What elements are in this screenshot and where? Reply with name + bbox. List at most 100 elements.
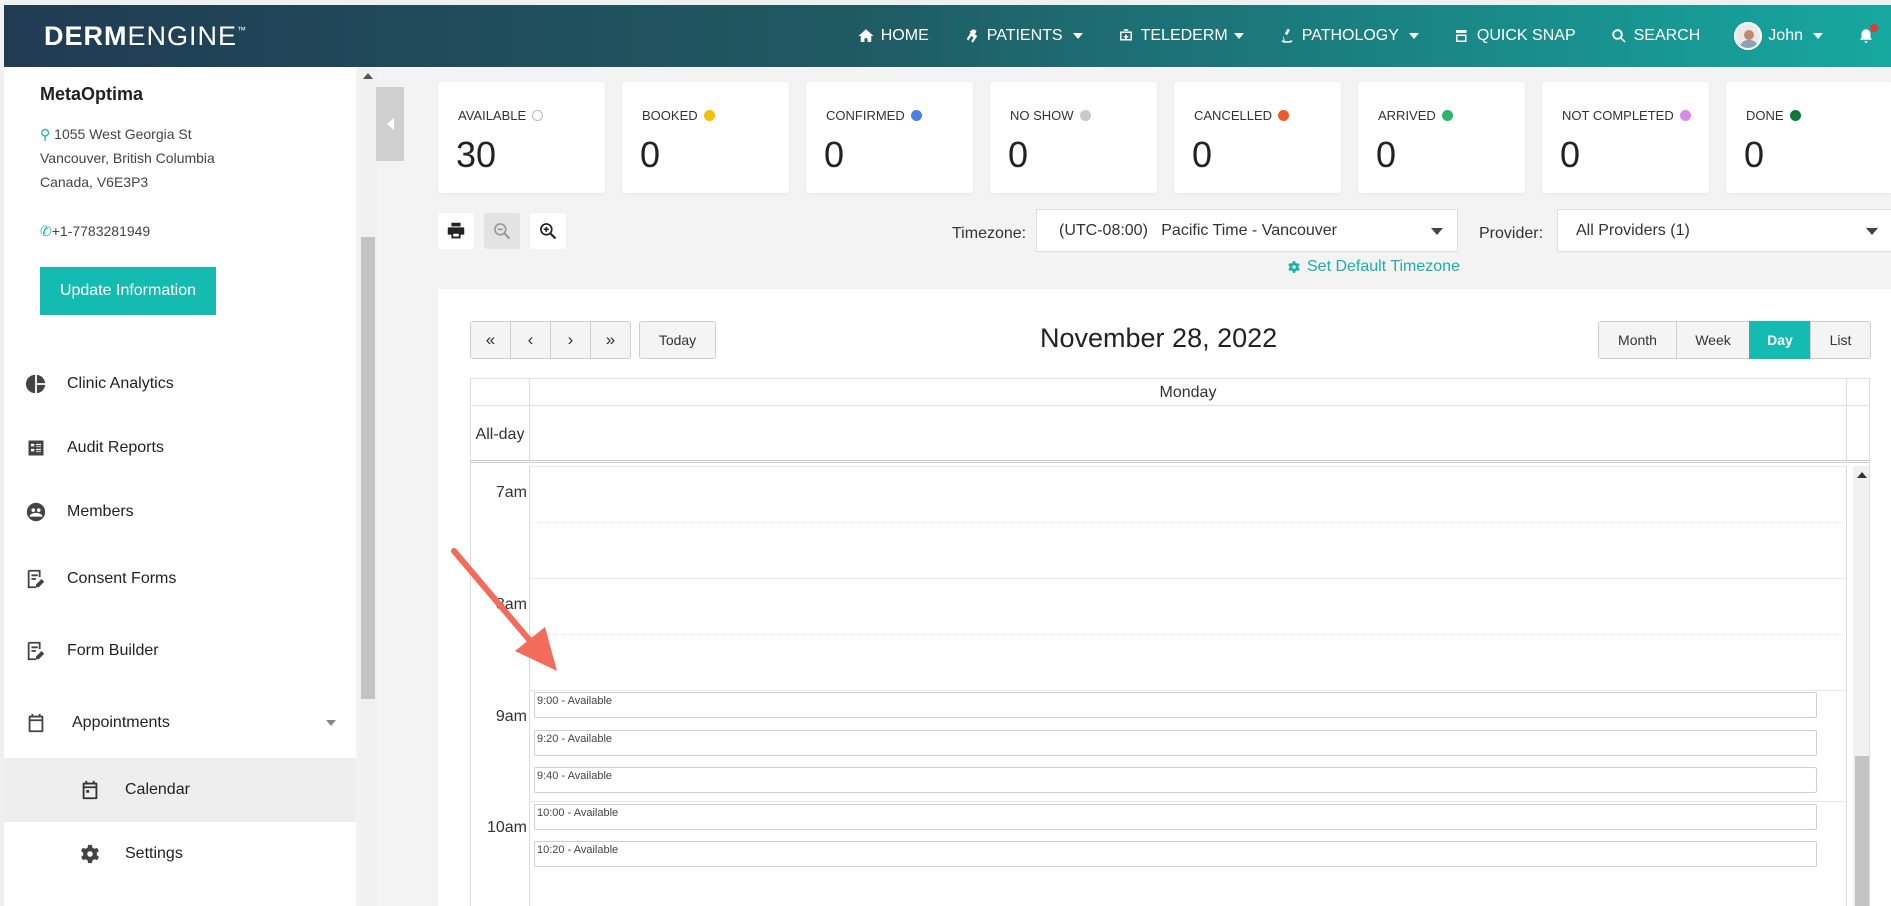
view-list-button[interactable]: List (1810, 321, 1871, 359)
time-slot[interactable] (529, 634, 1847, 690)
timezone-select[interactable]: (UTC-08:00) Pacific Time - Vancouver (1036, 209, 1458, 252)
calendar-scrollbar[interactable] (1853, 466, 1869, 906)
sidebar-item-audit-reports[interactable]: Audit Reports (4, 416, 356, 480)
status-dot-icon (910, 110, 922, 121)
prev-button[interactable]: ‹ (510, 321, 551, 359)
time-slot[interactable] (529, 522, 1847, 578)
sidebar-item-appointments[interactable]: Appointments (4, 688, 356, 758)
clinic-phone: ✆+1-7783281949 (40, 223, 151, 239)
status-label: CONFIRMED (826, 108, 922, 123)
day-name: Monday (529, 379, 1847, 406)
sidebar-item-calendar[interactable]: Calendar (4, 758, 356, 822)
nav-home[interactable]: HOME (857, 27, 929, 45)
print-button[interactable] (438, 213, 474, 249)
status-count: 0 (1008, 134, 1029, 175)
status-cards: AVAILABLE 30 BOOKED 0 CONFIRMED 0 NO SHOW 0 CANC… (438, 82, 1891, 193)
nav-pathology[interactable]: PATHOLOGY (1278, 27, 1419, 45)
view-week-button[interactable]: Week (1676, 321, 1750, 359)
user-menu[interactable]: John (1734, 22, 1823, 50)
calendar-icon (78, 778, 102, 802)
appointment-slot[interactable]: 9:00 - Available (534, 692, 1817, 718)
time-slot[interactable] (529, 578, 1847, 634)
last-button[interactable]: » (590, 321, 631, 359)
appointment-slot[interactable]: 10:20 - Available (534, 841, 1817, 867)
notification-badge (1870, 24, 1878, 32)
status-dot-icon (1789, 110, 1801, 121)
quick-snap-icon (1455, 30, 1467, 42)
zoom-in-icon (540, 223, 557, 240)
view-day-button[interactable]: Day (1749, 321, 1811, 359)
status-dot-icon (532, 110, 544, 121)
members-icon (24, 500, 48, 524)
status-count: 30 (456, 134, 497, 175)
scrollbar-thumb[interactable] (361, 237, 375, 699)
status-card-confirmed: CONFIRMED 0 (806, 82, 973, 193)
scroll-up-icon[interactable] (363, 73, 373, 79)
hour-label: 10am (486, 819, 527, 836)
print-icon (447, 222, 465, 239)
all-day-cell[interactable] (529, 406, 1847, 463)
status-label: DONE (1746, 108, 1801, 123)
status-count: 0 (1192, 134, 1213, 175)
status-count: 0 (1560, 134, 1581, 175)
view-month-button[interactable]: Month (1598, 321, 1677, 359)
pie-chart-icon (24, 372, 48, 396)
nav-search[interactable]: SEARCH (1610, 27, 1700, 45)
zoom-out-button[interactable] (484, 213, 520, 249)
status-label: CANCELLED (1194, 108, 1290, 123)
collapse-sidebar-button[interactable] (376, 87, 404, 161)
set-default-timezone-link[interactable]: Set Default Timezone (1287, 258, 1460, 276)
all-day-row: All-day (471, 406, 1869, 463)
sidebar-item-settings[interactable]: Settings (4, 822, 356, 886)
status-dot-icon (1679, 110, 1691, 121)
notifications-button[interactable] (1857, 24, 1878, 45)
status-dot-icon (1441, 110, 1453, 121)
avatar (1734, 22, 1763, 50)
zoom-in-button[interactable] (530, 213, 566, 249)
nav-telederm[interactable]: TELEDERM (1117, 27, 1244, 45)
calendar-grid: Monday All-day 7am 8am 9am 10am 9:00 - A… (470, 378, 1870, 906)
sidebar: MetaOptima ⚲ 1055 West Georgia St Vancou… (4, 67, 356, 906)
status-card-arrived: ARRIVED 0 (1358, 82, 1525, 193)
chevron-down-icon (1866, 228, 1878, 235)
scroll-up-icon[interactable] (1857, 472, 1867, 478)
status-label: NO SHOW (1010, 108, 1091, 123)
clinic-address: ⚲ 1055 West Georgia St Vancouver, Britis… (40, 126, 215, 190)
hour-label: 9am (495, 708, 527, 725)
microscope-icon (1281, 28, 1292, 43)
appointment-slot[interactable]: 9:20 - Available (534, 730, 1817, 756)
top-navbar: DERMENGINE™ HOME PATIENTS TELEDERM PATHO… (4, 5, 1891, 67)
sidebar-item-consent-forms[interactable]: Consent Forms (4, 544, 356, 614)
time-slot[interactable] (529, 466, 1847, 522)
chevron-left-icon (386, 118, 394, 130)
status-dot-icon (1079, 110, 1091, 121)
status-label: BOOKED (642, 108, 715, 123)
provider-select[interactable]: All Providers (1) (1557, 209, 1891, 252)
status-count: 0 (640, 134, 661, 175)
gear-icon (1288, 261, 1300, 273)
appointment-slot[interactable]: 10:00 - Available (534, 804, 1817, 830)
update-information-button[interactable]: Update Information (40, 267, 216, 315)
appointment-slot[interactable]: 9:40 - Available (534, 767, 1817, 793)
day-header: Monday (471, 379, 1869, 406)
map-pin-icon: ⚲ (40, 126, 51, 142)
status-card-not-completed: NOT COMPLETED 0 (1542, 82, 1709, 193)
chevron-down-icon (1233, 33, 1244, 39)
nav-quick-snap[interactable]: QUICK SNAP (1453, 27, 1576, 45)
next-button[interactable]: › (550, 321, 591, 359)
today-button[interactable]: Today (639, 321, 716, 359)
status-count: 0 (824, 134, 845, 175)
dermengine-logo[interactable]: DERMENGINE™ (44, 21, 247, 52)
first-button[interactable]: « (470, 321, 511, 359)
phone-icon: ✆ (40, 223, 52, 239)
sidebar-scrollbar[interactable] (359, 67, 377, 906)
nav-patients[interactable]: PATIENTS (963, 27, 1083, 45)
sidebar-item-members[interactable]: Members (4, 480, 356, 544)
chevron-down-icon (326, 720, 336, 726)
sidebar-item-form-builder[interactable]: Form Builder (4, 614, 356, 688)
view-switcher: Month Week Day List (1598, 321, 1871, 359)
status-card-available: AVAILABLE 30 (438, 82, 605, 193)
sidebar-item-clinic-analytics[interactable]: Clinic Analytics (4, 352, 356, 416)
scrollbar-thumb[interactable] (1855, 756, 1869, 906)
provider-label: Provider: (1479, 225, 1544, 242)
